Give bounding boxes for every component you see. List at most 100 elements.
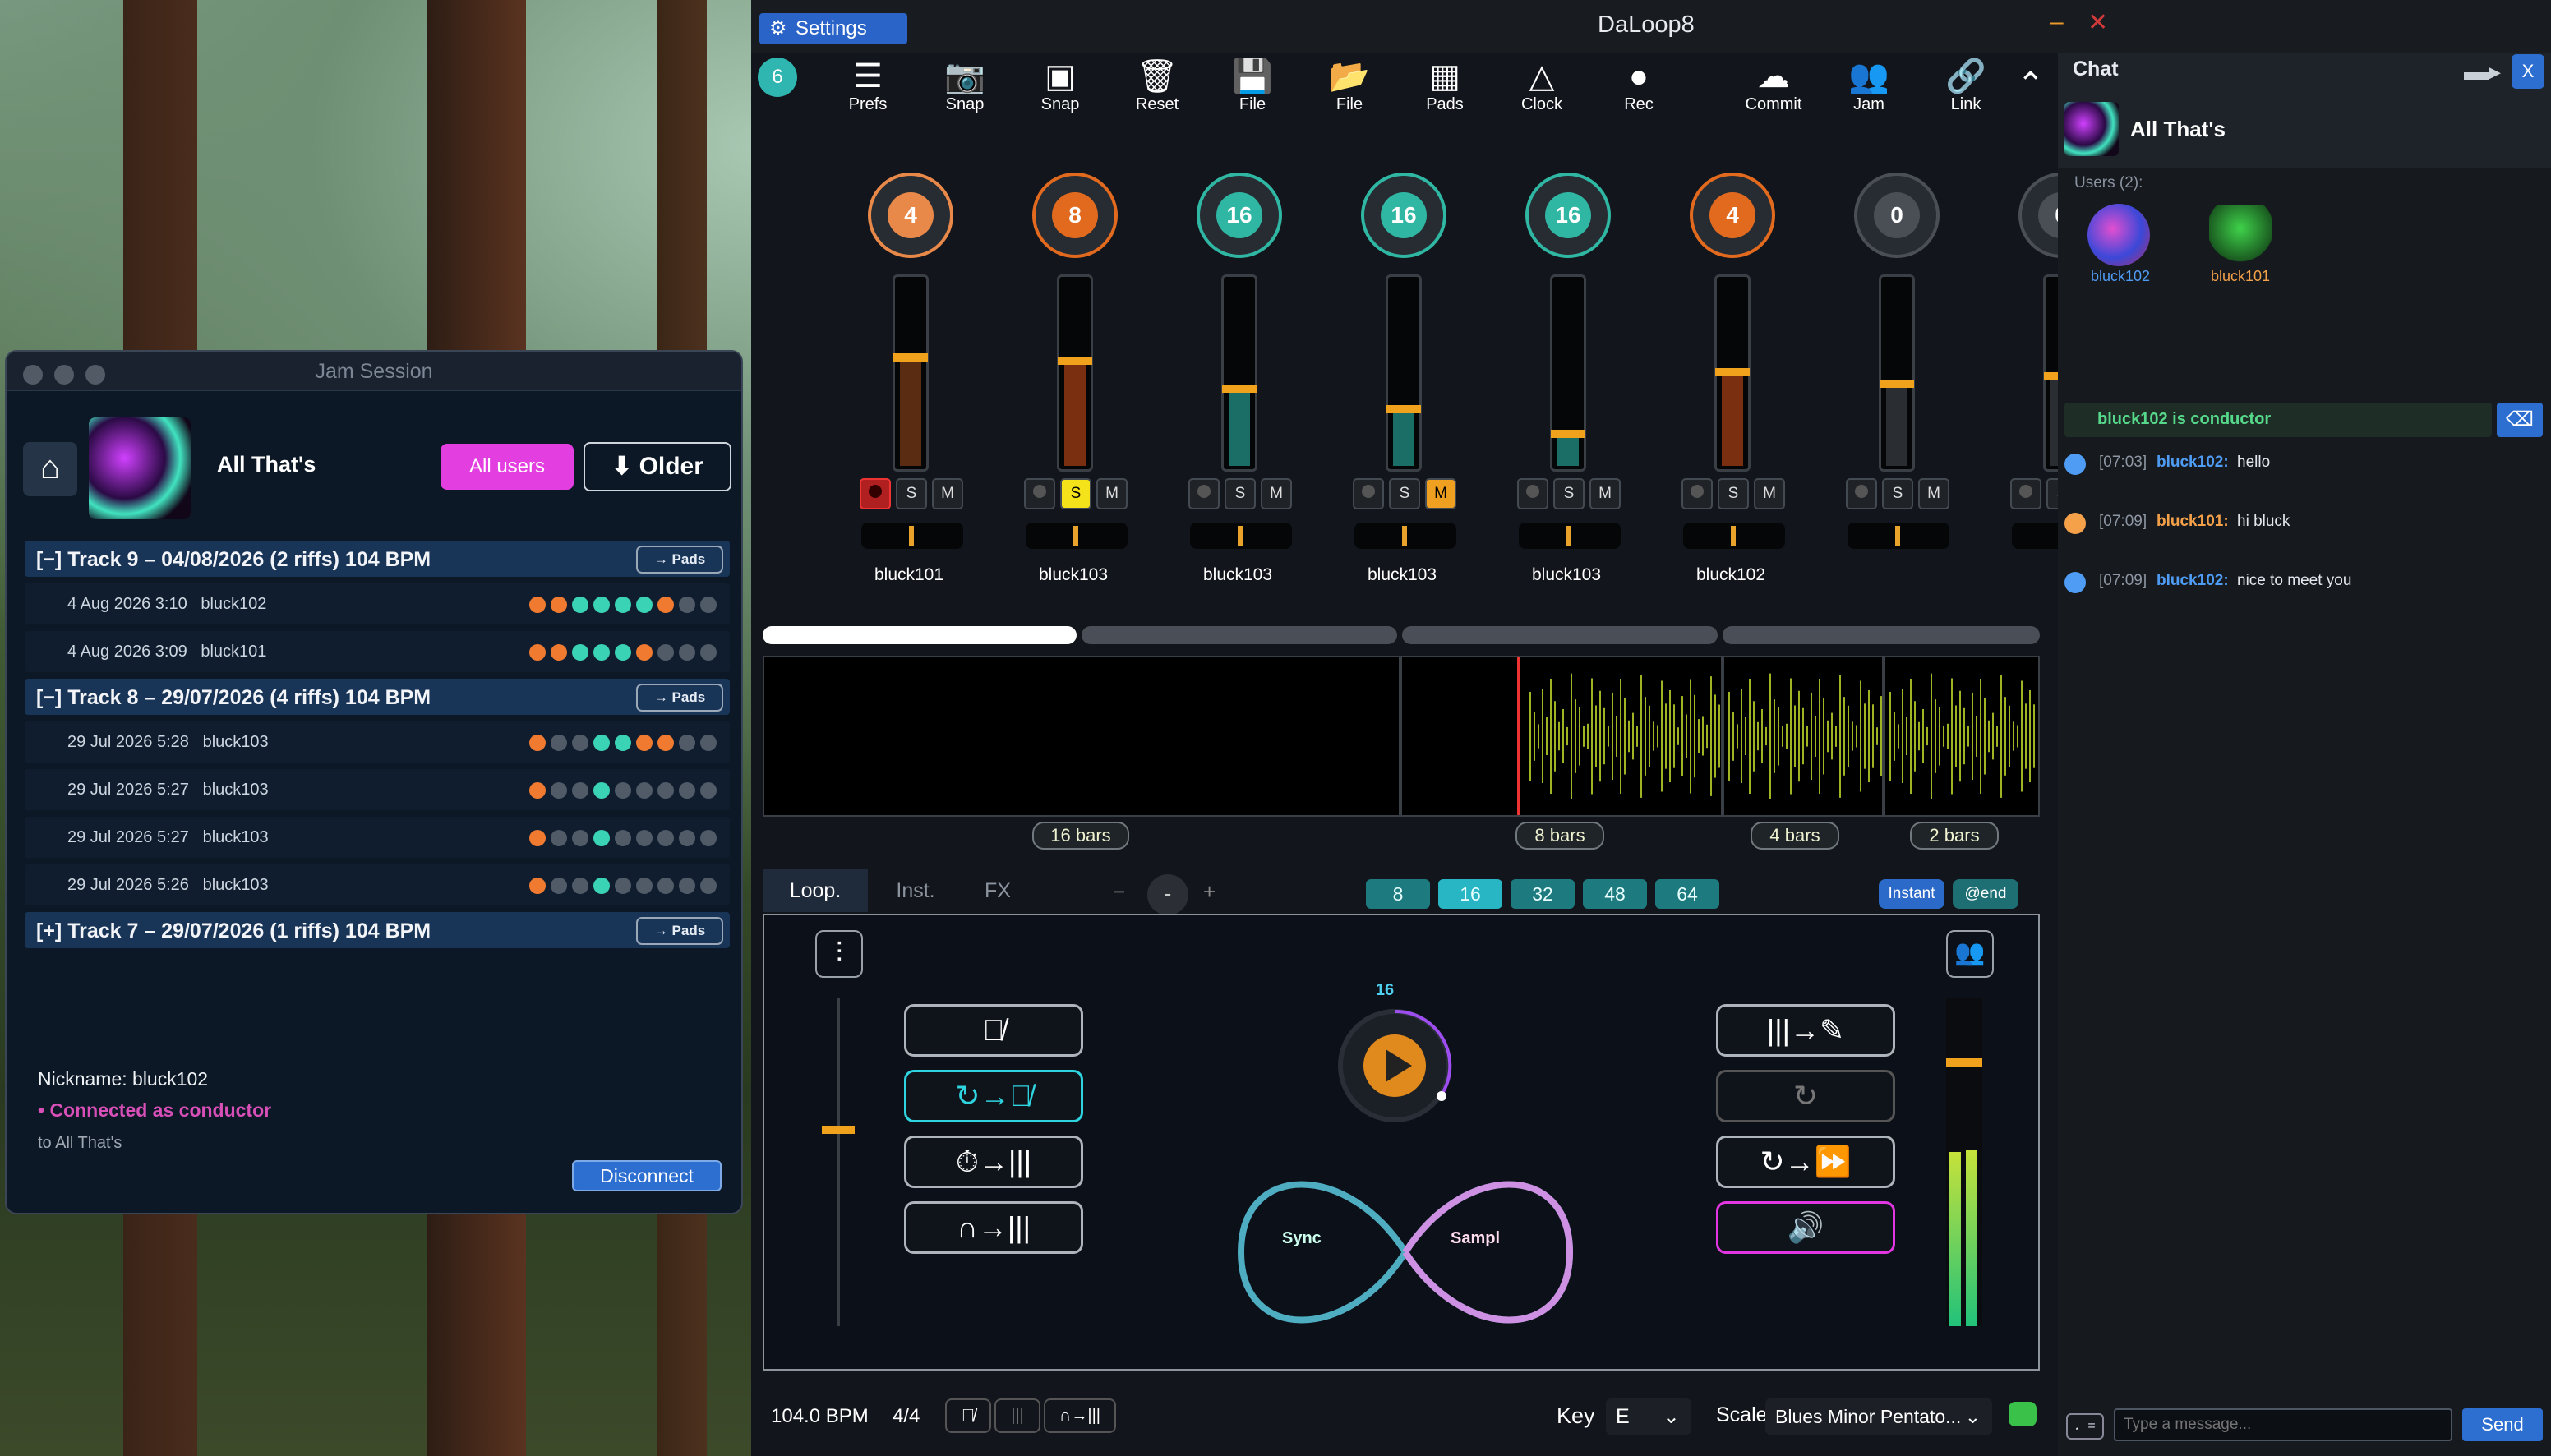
length-8-button[interactable]: 8 xyxy=(1366,879,1430,909)
mute-button[interactable]: M xyxy=(1096,478,1128,509)
solo-button[interactable]: S xyxy=(1718,478,1749,509)
zoom-in-button[interactable]: + xyxy=(1203,879,1216,905)
toolbar-reset-button[interactable]: 🗑 Reset xyxy=(1118,58,1197,120)
track-header[interactable]: [+] Track 7 – 29/07/2026 (1 riffs) 104 B… xyxy=(25,912,730,948)
fader-handle[interactable] xyxy=(1386,405,1421,414)
channel-knob[interactable]: 16 xyxy=(1525,173,1611,258)
channel-knob[interactable]: 4 xyxy=(868,173,953,258)
tab-inst[interactable]: Inst. xyxy=(874,869,957,912)
group-button[interactable]: 👥 xyxy=(1946,930,1994,978)
riff-row[interactable]: 29 Jul 2026 5:28 bluck103 xyxy=(25,721,730,763)
record-arm-button[interactable] xyxy=(1024,478,1055,509)
riff-row[interactable]: 4 Aug 2026 3:09 bluck101 xyxy=(25,631,730,672)
fader-handle[interactable] xyxy=(1880,379,1914,388)
pan-slider[interactable] xyxy=(861,523,963,549)
pan-handle[interactable] xyxy=(1895,526,1900,546)
pan-slider[interactable] xyxy=(1190,523,1292,549)
pan-handle[interactable] xyxy=(1402,526,1407,546)
sample-to-edit-button[interactable]: |||→✎ xyxy=(1716,1004,1895,1057)
pan-handle[interactable] xyxy=(1566,526,1571,546)
speaker-button[interactable]: 🔊 xyxy=(1716,1201,1895,1254)
zoom-reset-button[interactable]: - xyxy=(1147,874,1188,915)
toolbar-commit-button[interactable]: ☁ Commit xyxy=(1734,58,1813,120)
solo-button[interactable]: S xyxy=(1060,478,1091,509)
track-header[interactable]: [−] Track 8 – 29/07/2026 (4 riffs) 104 B… xyxy=(25,679,730,715)
fader-handle[interactable] xyxy=(1222,385,1257,394)
headphones-to-sample-button[interactable]: ∩→||| xyxy=(904,1201,1083,1254)
mic-off-button[interactable]: 🎙̸ xyxy=(945,1398,991,1433)
mute-button[interactable]: M xyxy=(1918,478,1949,509)
pads-button[interactable]: → Pads xyxy=(636,917,723,945)
channel-fader[interactable] xyxy=(1221,274,1257,472)
record-arm-button[interactable] xyxy=(1517,478,1548,509)
channel-knob[interactable]: 4 xyxy=(1690,173,1775,258)
play-dial[interactable] xyxy=(1333,1004,1456,1127)
output-level-handle[interactable] xyxy=(1946,1058,1982,1067)
toolbar-snap-button[interactable]: 📷 Snap xyxy=(925,58,1004,120)
instant-button[interactable]: Instant xyxy=(1879,879,1944,909)
record-arm-button[interactable] xyxy=(2010,478,2041,509)
record-arm-button[interactable] xyxy=(1353,478,1384,509)
waveform-4-bars[interactable] xyxy=(1723,656,1884,817)
solo-button[interactable]: S xyxy=(1553,478,1585,509)
length-64-button[interactable]: 64 xyxy=(1655,879,1719,909)
scale-select[interactable]: Blues Minor Pentato... ⌄ xyxy=(1765,1398,1992,1435)
all-users-button[interactable]: All users xyxy=(441,444,574,490)
disconnect-button[interactable]: Disconnect xyxy=(572,1160,722,1191)
mute-button[interactable]: M xyxy=(1261,478,1292,509)
record-arm-button[interactable] xyxy=(1681,478,1713,509)
pan-slider[interactable] xyxy=(1848,523,1949,549)
output-meter[interactable] xyxy=(1946,998,1982,1326)
mute-button[interactable]: M xyxy=(1425,478,1456,509)
input-level-handle[interactable] xyxy=(822,1126,855,1134)
channel-fader[interactable] xyxy=(1550,274,1586,472)
chevron-up-icon[interactable]: ⌃ xyxy=(2017,66,2045,104)
channel-knob[interactable]: 16 xyxy=(1197,173,1282,258)
pads-button[interactable]: → Pads xyxy=(636,684,723,712)
toolbar-rec-button[interactable]: ● Rec xyxy=(1599,58,1678,120)
older-button[interactable]: ⬇ Older xyxy=(584,442,731,491)
bpm-display[interactable]: 104.0 BPM xyxy=(771,1405,869,1456)
channel-fader[interactable] xyxy=(893,274,929,472)
pan-handle[interactable] xyxy=(909,526,914,546)
pan-handle[interactable] xyxy=(1073,526,1078,546)
tab-fx[interactable]: FX xyxy=(963,869,1032,912)
pan-slider[interactable] xyxy=(1354,523,1456,549)
channel-knob[interactable]: 0 xyxy=(1854,173,1940,258)
mixer-settings-button[interactable]: ⫶ xyxy=(815,930,863,978)
toolbar-jam-button[interactable]: 👥 Jam xyxy=(1829,58,1908,120)
close-icon[interactable]: ✕ xyxy=(2087,8,2108,37)
channel-knob[interactable]: 16 xyxy=(1361,173,1446,258)
settings-button[interactable]: ⚙ Settings xyxy=(759,13,907,44)
mute-button[interactable]: M xyxy=(932,478,963,509)
loop-forward-button[interactable]: ↻→⏩ xyxy=(1716,1136,1895,1188)
pan-handle[interactable] xyxy=(1731,526,1736,546)
zoom-out-button[interactable]: − xyxy=(1113,879,1125,905)
user-avatar-bluck102[interactable] xyxy=(2087,204,2150,266)
solo-button[interactable]: S xyxy=(1389,478,1420,509)
home-button[interactable]: ⌂ xyxy=(23,442,77,496)
clear-chat-button[interactable]: ⌫ xyxy=(2497,403,2543,437)
key-select[interactable]: E ⌄ xyxy=(1606,1398,1691,1435)
fader-handle[interactable] xyxy=(1551,429,1585,438)
chat-close-button[interactable]: X xyxy=(2512,54,2544,89)
minimize-icon[interactable]: – xyxy=(2050,8,2064,36)
headphones-sample-button[interactable]: ∩→||| xyxy=(1044,1398,1116,1433)
pan-slider[interactable] xyxy=(1026,523,1128,549)
time-signature[interactable]: 4/4 xyxy=(893,1405,920,1456)
record-arm-button[interactable] xyxy=(1846,478,1877,509)
fader-handle[interactable] xyxy=(1058,357,1092,366)
mute-input-button[interactable]: 🎙̸ xyxy=(904,1004,1083,1057)
mute-button[interactable]: M xyxy=(1754,478,1785,509)
waveform-8-bars[interactable] xyxy=(1400,656,1723,817)
solo-button[interactable]: S xyxy=(1225,478,1256,509)
music-note-button[interactable]: ♩= xyxy=(2066,1413,2104,1440)
channel-knob[interactable]: 8 xyxy=(1032,173,1118,258)
fader-handle[interactable] xyxy=(1715,368,1750,376)
pads-button[interactable]: → Pads xyxy=(636,546,723,574)
length-32-button[interactable]: 32 xyxy=(1511,879,1575,909)
pan-slider[interactable] xyxy=(1683,523,1785,549)
riff-row[interactable]: 29 Jul 2026 5:26 bluck103 xyxy=(25,864,730,905)
tab-loop[interactable]: Loop. xyxy=(763,869,868,912)
length-16-button[interactable]: 16 xyxy=(1438,879,1502,909)
